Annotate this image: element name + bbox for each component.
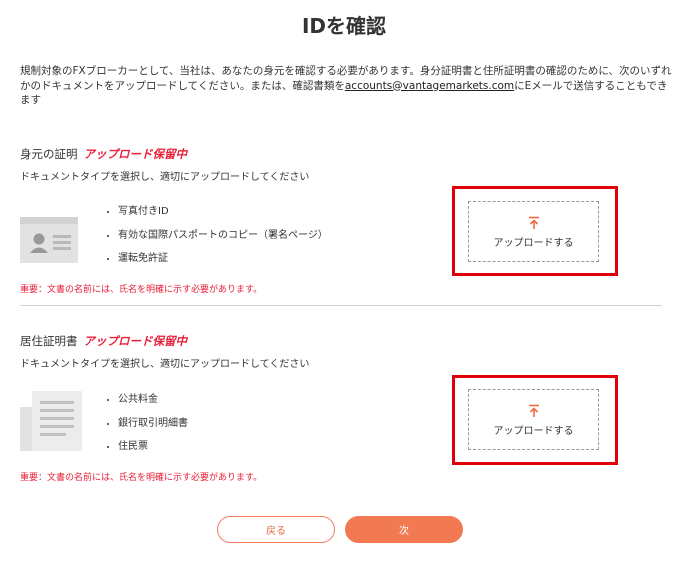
list-item: 有効な国際パスポートのコピー（署名ページ） [118, 230, 328, 254]
address-section-title: 居住証明書 [20, 334, 78, 348]
address-doc-list: 公共料金 銀行取引明細書 住民票 [100, 394, 188, 465]
upload-arrow-icon [528, 403, 540, 419]
address-instruction: ドキュメントタイプを選択し、適切にアップロードしてください [20, 359, 310, 370]
identity-section-header: 身元の証明 アップロード保留中 [20, 146, 187, 162]
support-email-link[interactable]: accounts@vantagemarkets.com [345, 80, 514, 92]
upload-arrow-icon [528, 215, 540, 231]
back-button[interactable]: 戻る [217, 516, 335, 543]
document-icon [20, 391, 82, 451]
address-section-header: 居住証明書 アップロード保留中 [20, 333, 187, 349]
identity-instruction: ドキュメントタイプを選択し、適切にアップロードしてください [20, 172, 310, 183]
identity-status-badge: アップロード保留中 [83, 147, 188, 161]
list-item: 公共料金 [118, 394, 188, 418]
intro-text: 規制対象のFXブローカーとして、当社は、あなたの身元を確認する必要があります。身… [20, 64, 672, 108]
list-item: 銀行取引明細書 [118, 418, 188, 442]
address-upload-label: アップロードする [493, 425, 574, 437]
address-status-badge: アップロード保留中 [83, 334, 188, 348]
address-warning: 重要：文書の名前には、氏名を明確に示す必要があります。 [20, 473, 263, 483]
identity-warning: 重要：文書の名前には、氏名を明確に示す必要があります。 [20, 285, 263, 295]
list-item: 住民票 [118, 441, 188, 465]
list-item: 写真付きID [118, 206, 328, 230]
list-item: 運転免許証 [118, 253, 328, 277]
id-card-icon [20, 217, 78, 263]
section-divider [20, 305, 662, 306]
address-upload-button[interactable]: アップロードする [468, 389, 599, 450]
identity-upload-label: アップロードする [493, 237, 574, 249]
identity-doc-list: 写真付きID 有効な国際パスポートのコピー（署名ページ） 運転免許証 [100, 206, 328, 277]
identity-section-title: 身元の証明 [20, 147, 78, 161]
next-button[interactable]: 次 [345, 516, 463, 543]
identity-upload-button[interactable]: アップロードする [468, 201, 599, 262]
page-title: IDを確認 [301, 14, 387, 38]
